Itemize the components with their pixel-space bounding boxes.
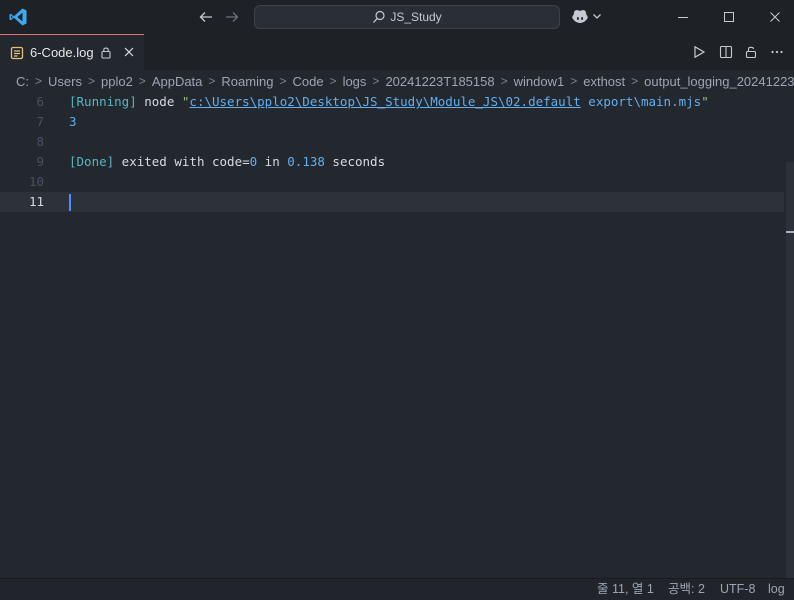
breadcrumb-item[interactable]: 20241223T185158 — [385, 74, 494, 89]
arrow-left-icon — [199, 12, 212, 22]
close-icon — [124, 47, 134, 57]
maximize-icon — [724, 12, 734, 22]
breadcrumb-item[interactable]: C: — [16, 74, 29, 89]
breadcrumb-item[interactable]: Roaming — [221, 74, 273, 89]
code-line: 7 3 — [0, 112, 794, 132]
vscode-logo[interactable] — [8, 7, 28, 27]
chevron-right-icon: > — [35, 74, 43, 88]
code-line: 8 — [0, 132, 794, 152]
line-number: 8 — [36, 134, 44, 149]
split-editor-button[interactable] — [713, 34, 739, 70]
chevron-right-icon: > — [208, 74, 216, 88]
run-icon — [694, 45, 706, 59]
tab-close-button[interactable] — [122, 45, 136, 59]
in-text: in — [257, 154, 288, 169]
breadcrumb-item[interactable]: pplo2 — [101, 74, 133, 89]
chevron-right-icon: > — [570, 74, 578, 88]
unlock-button[interactable] — [738, 34, 764, 70]
current-line: 11 — [0, 192, 794, 212]
line-number: 9 — [36, 154, 44, 169]
lock-icon — [101, 47, 111, 59]
chevron-right-icon: > — [279, 74, 287, 88]
close-icon — [770, 12, 780, 22]
breadcrumb-item[interactable]: window1 — [514, 74, 565, 89]
chevron-right-icon: > — [372, 74, 380, 88]
breadcrumb-item[interactable]: Users — [48, 74, 82, 89]
seconds-text: seconds — [324, 154, 386, 169]
code-line: 6 [Running] node " c:\Users\pplo2\Desktop… — [0, 92, 794, 112]
chevron-right-icon: > — [138, 74, 146, 88]
arrow-right-icon — [226, 12, 239, 22]
language-mode[interactable]: log — [768, 579, 785, 600]
run-button[interactable] — [686, 34, 712, 70]
done-tag: [Done] — [69, 154, 115, 169]
line-number: 11 — [28, 194, 44, 209]
line-content: [Running] node " c:\Users\pplo2\Desktop\J… — [69, 92, 709, 112]
search-icon — [373, 10, 385, 23]
line-content: [Done] exited with code=0 in 0.138 secon… — [69, 152, 385, 172]
forward-button[interactable] — [222, 8, 242, 26]
breadcrumb-item[interactable]: Code — [292, 74, 323, 89]
file-path-link[interactable]: c:\Users\pplo2\Desktop\JS_Study\Module_J… — [189, 94, 580, 109]
back-button[interactable] — [196, 8, 216, 26]
more-actions-button[interactable] — [764, 34, 790, 70]
copilot-menu-button[interactable] — [571, 8, 602, 24]
command-text: node — [136, 94, 182, 109]
line-number: 10 — [28, 174, 44, 189]
minimize-icon — [678, 17, 688, 18]
code-line: 10 — [0, 172, 794, 192]
running-tag: [Running] — [69, 94, 137, 109]
path-rest: export\main.mjs — [580, 94, 702, 109]
line-number: 6 — [36, 94, 44, 109]
cursor-position-marker — [786, 231, 794, 233]
breadcrumb: C: > Users > pplo2 > AppData > Roaming > Code… — [0, 70, 794, 92]
exit-text: exited with code= — [114, 154, 250, 169]
code-line: 9 [Done] exited with code=0 in 0.138 sec… — [0, 152, 794, 172]
tab-label: 6-Code.log — [30, 45, 94, 60]
chevron-right-icon: > — [329, 74, 337, 88]
line-number: 7 — [36, 114, 44, 129]
breadcrumb-item[interactable]: exthost — [583, 74, 625, 89]
cursor-position[interactable]: 줄 11, 열 1 — [597, 579, 654, 600]
line-content: 3 — [69, 114, 77, 129]
maximize-button[interactable] — [706, 0, 752, 34]
unlock-icon — [745, 46, 757, 59]
command-center-search[interactable]: JS_Study — [254, 5, 560, 29]
quote-close: " — [701, 94, 709, 109]
indentation[interactable]: 공백: 2 — [668, 579, 705, 600]
breadcrumb-item[interactable]: AppData — [152, 74, 203, 89]
search-text: JS_Study — [390, 10, 442, 24]
close-window-button[interactable] — [752, 0, 794, 34]
copilot-icon — [572, 10, 588, 23]
chevron-down-icon — [593, 14, 601, 19]
duration-value: 0.138 — [287, 154, 325, 169]
minimize-button[interactable] — [660, 0, 706, 34]
split-editor-icon — [719, 45, 733, 59]
more-icon — [771, 50, 783, 54]
status-bar: 줄 11, 열 1 공백: 2 UTF-8 log — [0, 578, 794, 600]
chevron-right-icon: > — [631, 74, 639, 88]
title-bar: JS_Study — [0, 0, 794, 34]
breadcrumb-item[interactable]: logs — [343, 74, 367, 89]
chevron-right-icon: > — [87, 74, 95, 88]
scrollbar-thumb[interactable] — [786, 162, 794, 578]
encoding[interactable]: UTF-8 — [720, 579, 755, 600]
text-cursor — [69, 194, 71, 211]
tab-bar: 6-Code.log — [0, 34, 794, 70]
chevron-right-icon: > — [500, 74, 508, 88]
editor-area[interactable]: 6 [Running] node " c:\Users\pplo2\Desktop… — [0, 92, 794, 578]
log-file-icon — [10, 46, 24, 59]
breadcrumb-item[interactable]: output_logging_20241223T185208 — [644, 74, 794, 89]
